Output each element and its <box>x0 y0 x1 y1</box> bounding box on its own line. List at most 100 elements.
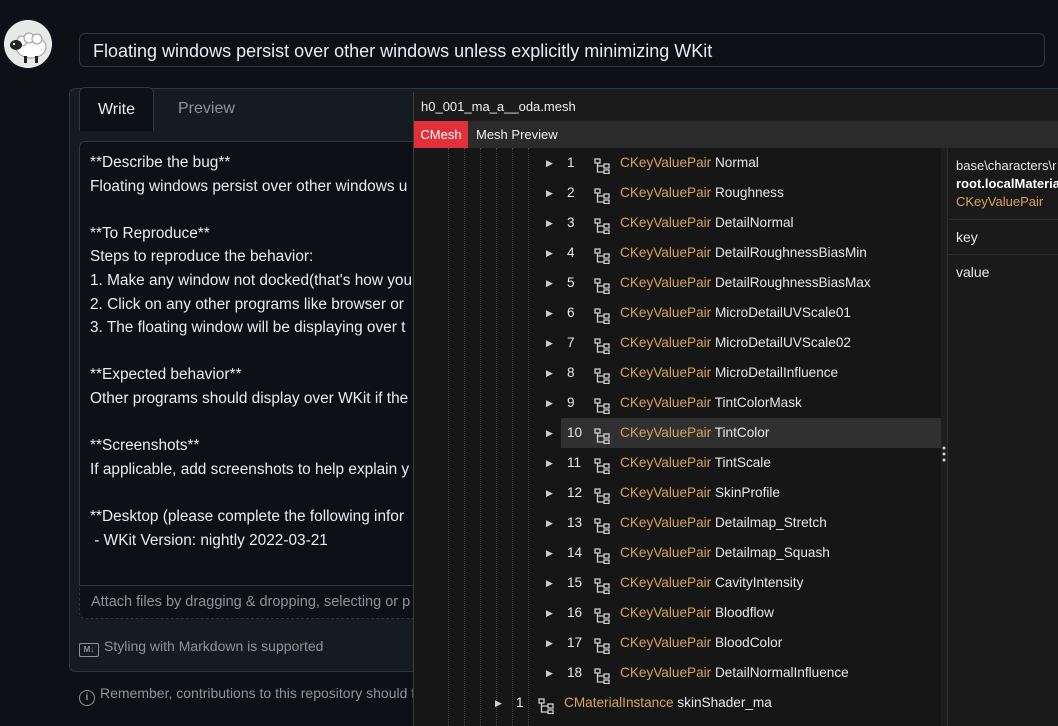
tree-row[interactable]: ▶ 5 CKeyValuePair DetailRoughnessBiasMax <box>414 268 941 298</box>
node-icon <box>594 335 610 355</box>
tree-row[interactable]: ▶ 1 CKeyValuePair Normal <box>414 148 941 178</box>
tree-row[interactable]: ▶ 6 CKeyValuePair MicroDetailUVScale01 <box>414 298 941 328</box>
property-row-key[interactable]: key <box>948 219 1058 253</box>
tree-row-label: CKeyValuePair Detailmap_Squash <box>620 538 830 568</box>
issue-body-textarea[interactable]: **Describe the bug** Floating windows per… <box>79 141 419 585</box>
tree-row-label: CKeyValuePair TintScale <box>620 448 771 478</box>
body-line: If applicable, add screenshots to help e… <box>90 460 410 478</box>
tree-row-index: 15 <box>567 575 583 590</box>
tree-row-index: 1 <box>567 155 575 170</box>
expand-arrow-icon[interactable]: ▶ <box>546 388 553 418</box>
body-line: Steps to reproduce the behavior: <box>90 248 314 266</box>
tree-row-name: Detailmap_Squash <box>714 545 830 560</box>
tree-row[interactable]: ▶ 8 CKeyValuePair MicroDetailInfluence <box>414 358 941 388</box>
expand-arrow-icon[interactable]: ▶ <box>546 478 553 508</box>
tree-row[interactable]: ▶ 4 CKeyValuePair DetailRoughnessBiasMin <box>414 238 941 268</box>
tab-write[interactable]: Write <box>79 87 154 131</box>
body-line: **Screenshots** <box>90 437 200 455</box>
tree-row-name: Roughness <box>714 185 784 200</box>
redtree-view[interactable]: ▶ 1 CKeyValuePair Normal ▶ 2 CKeyValuePair Ro… <box>414 148 941 726</box>
property-row-value[interactable]: value <box>948 254 1058 288</box>
attach-files-area[interactable]: Attach files by dragging & dropping, sel… <box>79 585 419 619</box>
node-icon <box>594 665 610 685</box>
node-icon <box>594 365 610 385</box>
expand-arrow-icon[interactable]: ▶ <box>495 688 502 718</box>
tree-row-name: TintScale <box>714 455 771 470</box>
tree-row-type: CKeyValuePair <box>620 245 712 260</box>
expand-arrow-icon[interactable]: ▶ <box>546 538 553 568</box>
markdown-support-text[interactable]: Styling with Markdown is supported <box>104 638 323 654</box>
expand-arrow-icon[interactable]: ▶ <box>546 508 553 538</box>
expand-arrow-icon[interactable]: ▶ <box>546 328 553 358</box>
body-line: 1. Make any window not docked(that's how… <box>90 271 413 289</box>
tab-mesh-preview[interactable]: Mesh Preview <box>476 121 558 148</box>
property-name: root.localMateria <box>956 176 1058 191</box>
tree-row-type: CKeyValuePair <box>620 485 712 500</box>
tree-row[interactable]: ▶ 13 CKeyValuePair Detailmap_Stretch <box>414 508 941 538</box>
tab-preview[interactable]: Preview <box>178 87 235 131</box>
node-icon <box>594 155 610 175</box>
property-path: base\characters\r <box>956 158 1057 173</box>
node-icon <box>594 425 610 445</box>
tree-row-name: Bloodflow <box>714 605 774 620</box>
tree-row[interactable]: ▶ 17 CKeyValuePair BloodColor <box>414 628 941 658</box>
tree-row-name: Normal <box>714 155 759 170</box>
tree-row[interactable]: ▶ 18 CKeyValuePair DetailNormalInfluence <box>414 658 941 688</box>
tree-row-type: CKeyValuePair <box>620 605 712 620</box>
tree-row[interactable]: ▶ 15 CKeyValuePair CavityIntensity <box>414 568 941 598</box>
expand-arrow-icon[interactable]: ▶ <box>546 208 553 238</box>
tree-row-name: DetailRoughnessBiasMax <box>714 275 871 290</box>
body-line: Other programs should display over WKit … <box>90 389 409 407</box>
tree-row-index: 12 <box>567 485 583 500</box>
tree-row-name: SkinProfile <box>714 485 780 500</box>
tree-row-name: MicroDetailUVScale01 <box>714 305 851 320</box>
expand-arrow-icon[interactable]: ▶ <box>546 268 553 298</box>
tree-row-index: 10 <box>567 425 583 440</box>
tree-row[interactable]: ▶ 2 CKeyValuePair Roughness <box>414 178 941 208</box>
tree-row-index: 2 <box>567 185 575 200</box>
tree-row-type: CKeyValuePair <box>620 395 712 410</box>
tree-row-index: 8 <box>567 365 575 380</box>
tree-row-index: 16 <box>567 605 583 620</box>
expand-arrow-icon[interactable]: ▶ <box>546 448 553 478</box>
expand-arrow-icon[interactable]: ▶ <box>546 568 553 598</box>
window-title[interactable]: h0_001_ma_a__oda.mesh <box>414 92 1058 121</box>
expand-arrow-icon[interactable]: ▶ <box>546 238 553 268</box>
tree-row[interactable]: ▶ 9 CKeyValuePair TintColorMask <box>414 388 941 418</box>
expand-arrow-icon[interactable]: ▶ <box>546 358 553 388</box>
tree-row-index: 5 <box>567 275 575 290</box>
tree-row[interactable]: ▶ 3 CKeyValuePair DetailNormal <box>414 208 941 238</box>
expand-arrow-icon[interactable]: ▶ <box>546 598 553 628</box>
tree-row[interactable]: ▶ 11 CKeyValuePair TintScale <box>414 448 941 478</box>
node-icon <box>594 515 610 535</box>
splitter-grip-icon[interactable] <box>942 445 946 463</box>
expand-arrow-icon[interactable]: ▶ <box>546 178 553 208</box>
node-icon <box>594 275 610 295</box>
tree-row-label: CKeyValuePair CavityIntensity <box>620 568 803 598</box>
tree-row-index: 7 <box>567 335 575 350</box>
issue-title-input[interactable]: Floating windows persist over other wind… <box>79 33 1045 67</box>
tree-row-index: 11 <box>567 455 582 470</box>
expand-arrow-icon[interactable]: ▶ <box>546 298 553 328</box>
expand-arrow-icon[interactable]: ▶ <box>546 658 553 688</box>
node-icon <box>594 185 610 205</box>
tab-cmesh[interactable]: CMesh <box>414 121 468 148</box>
node-icon <box>594 455 610 475</box>
expand-arrow-icon[interactable]: ▶ <box>546 418 553 448</box>
tree-row-type: CKeyValuePair <box>620 365 712 380</box>
tree-row-type: CKeyValuePair <box>620 305 712 320</box>
tree-row-name: DetailRoughnessBiasMin <box>714 245 867 260</box>
node-icon <box>594 545 610 565</box>
expand-arrow-icon[interactable]: ▶ <box>546 148 553 178</box>
avatar[interactable] <box>4 20 52 68</box>
tree-row[interactable]: ▶ 1 CMaterialInstance skinShader_ma <box>414 688 941 718</box>
tree-row-index: 18 <box>567 665 583 680</box>
tree-row[interactable]: ▶ 10 CKeyValuePair TintColor <box>546 418 941 448</box>
tree-row[interactable]: ▶ 16 CKeyValuePair Bloodflow <box>414 598 941 628</box>
tree-row-label: CKeyValuePair DetailNormal <box>620 208 794 238</box>
tree-row[interactable]: ▶ 12 CKeyValuePair SkinProfile <box>414 478 941 508</box>
tree-row[interactable]: ▶ 14 CKeyValuePair Detailmap_Squash <box>414 538 941 568</box>
expand-arrow-icon[interactable]: ▶ <box>546 628 553 658</box>
tree-row[interactable]: ▶ 7 CKeyValuePair MicroDetailUVScale02 <box>414 328 941 358</box>
tree-row-type: CKeyValuePair <box>620 215 712 230</box>
